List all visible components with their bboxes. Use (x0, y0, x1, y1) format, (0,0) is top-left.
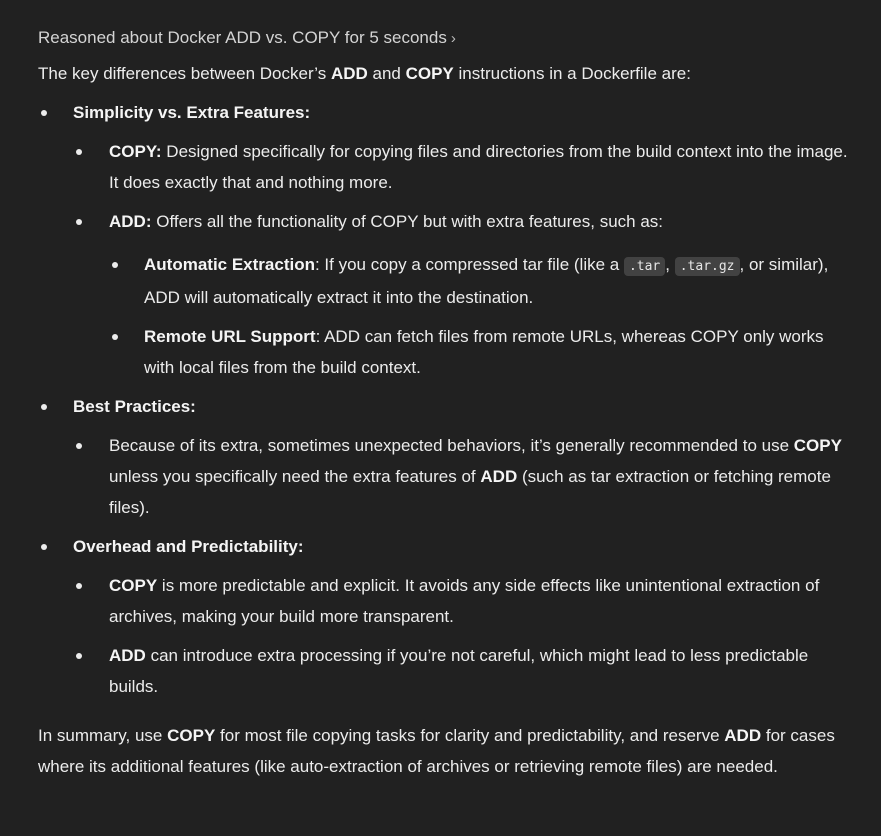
item-text: Designed specifically for copying files … (109, 142, 848, 192)
section-title: Best Practices: (73, 397, 196, 416)
sub-list: Because of its extra, sometimes unexpect… (73, 430, 851, 523)
item-text: unless you specifically need the extra f… (109, 467, 481, 486)
summary-add: ADD (724, 726, 762, 745)
section-title: Overhead and Predictability: (73, 537, 304, 556)
list-item-automatic-extraction: Automatic Extraction: If you copy a comp… (109, 249, 851, 313)
list-item-best-practices: Best Practices: Because of its extra, so… (38, 391, 851, 523)
intro-copy: COPY (405, 64, 454, 83)
intro-text: The key differences between Docker’s (38, 64, 331, 83)
intro-add: ADD (330, 64, 368, 83)
sub-list: COPY: Designed specifically for copying … (73, 136, 851, 383)
sub-list: COPY is more predictable and explicit. I… (73, 570, 851, 702)
list-item-copy-predictable: COPY is more predictable and explicit. I… (73, 570, 851, 632)
item-label: ADD (109, 646, 146, 665)
summary-paragraph: In summary, use COPY for most file copyi… (38, 720, 851, 782)
item-label: Remote URL Support (144, 327, 316, 346)
item-label: COPY (109, 576, 158, 595)
item-label: COPY: (109, 142, 162, 161)
list-item-copy: COPY: Designed specifically for copying … (73, 136, 851, 198)
list-item-overhead: Overhead and Predictability: COPY is mor… (38, 531, 851, 702)
section-title: Simplicity vs. Extra Features: (73, 103, 311, 122)
chevron-right-icon: › (450, 30, 456, 47)
item-text: Because of its extra, sometimes unexpect… (109, 436, 794, 455)
intro-text: and (367, 64, 406, 83)
sub-sub-list: Automatic Extraction: If you copy a comp… (109, 249, 851, 383)
summary-copy: COPY (167, 726, 216, 745)
item-text: is more predictable and explicit. It avo… (109, 576, 820, 626)
intro-paragraph: The key differences between Docker’s ADD… (38, 58, 851, 89)
summary-text: for most file copying tasks for clarity … (215, 726, 725, 745)
intro-text: instructions in a Dockerfile are: (453, 64, 691, 83)
item-label: ADD: (109, 212, 152, 231)
reasoning-toggle[interactable]: Reasoned about Docker ADD vs. COPY for 5… (38, 22, 456, 54)
list-item-add-processing: ADD can introduce extra processing if yo… (73, 640, 851, 702)
main-list: Simplicity vs. Extra Features: COPY: Des… (38, 97, 851, 702)
list-item-simplicity: Simplicity vs. Extra Features: COPY: Des… (38, 97, 851, 383)
assistant-message: Reasoned about Docker ADD vs. COPY for 5… (0, 0, 881, 782)
inline-code: .tar.gz (674, 257, 740, 276)
list-item-remote-url: Remote URL Support: ADD can fetch files … (109, 321, 851, 383)
item-label: Automatic Extraction (144, 255, 315, 274)
list-item-recommendation: Because of its extra, sometimes unexpect… (73, 430, 851, 523)
item-copy: COPY (793, 436, 842, 455)
item-add: ADD (480, 467, 518, 486)
item-text: : If you copy a compressed tar file (lik… (314, 255, 624, 274)
item-text: , (665, 255, 675, 274)
inline-code: .tar (623, 257, 666, 276)
summary-text: In summary, use (38, 726, 168, 745)
item-text: can introduce extra processing if you’re… (109, 646, 809, 696)
list-item-add: ADD: Offers all the functionality of COP… (73, 206, 851, 383)
reasoning-label: Reasoned about Docker ADD vs. COPY for 5… (38, 28, 447, 47)
item-text: Offers all the functionality of COPY but… (151, 212, 664, 231)
